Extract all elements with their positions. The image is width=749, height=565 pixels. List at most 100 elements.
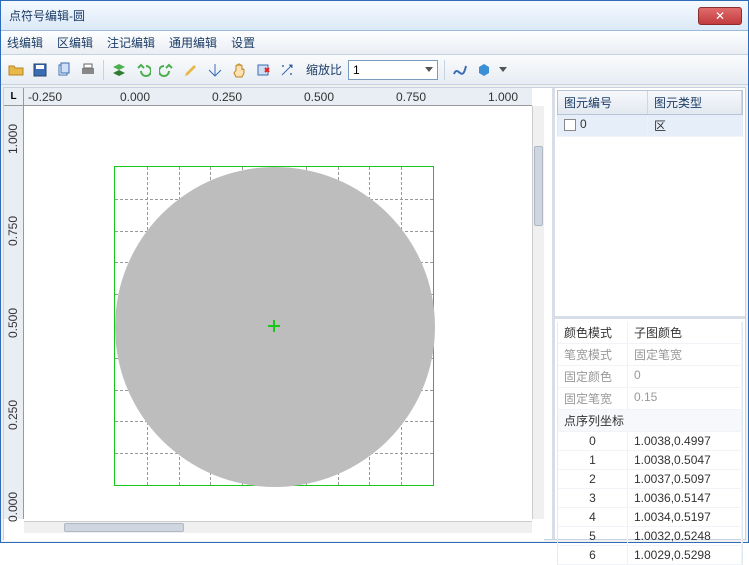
prop-value: 0 — [628, 366, 742, 387]
horizontal-scrollbar[interactable] — [24, 521, 532, 533]
zoom-select[interactable]: 1 — [348, 60, 438, 80]
prop-row[interactable]: 笔宽模式 固定笔宽 — [557, 344, 743, 366]
line-tool-icon[interactable] — [451, 61, 469, 79]
ruler-h-tick: 0.750 — [396, 90, 426, 104]
ruler-h-tick: 1.000 — [488, 90, 518, 104]
hexagon-tool-icon[interactable] — [475, 61, 493, 79]
redo-icon[interactable] — [158, 61, 176, 79]
table-row[interactable]: 0 区 — [557, 115, 743, 137]
ruler-vertical: 1.000 0.750 0.500 0.250 0.000 — [4, 106, 24, 519]
menu-annotation-edit[interactable]: 注记编辑 — [107, 34, 155, 51]
layer-icon[interactable] — [110, 61, 128, 79]
open-icon[interactable] — [7, 61, 25, 79]
toolbar-separator — [103, 60, 104, 80]
coord-idx: 5 — [558, 527, 628, 545]
save-icon[interactable] — [31, 61, 49, 79]
prop-row[interactable]: 颜色模式 子图颜色 — [557, 322, 743, 344]
checkbox-icon[interactable] — [564, 119, 576, 131]
coord-val: 1.0032,0.5248 — [628, 527, 742, 545]
zoom-value: 1 — [353, 63, 360, 77]
ruler-h-tick: -0.250 — [28, 90, 62, 104]
menu-settings[interactable]: 设置 — [231, 34, 255, 51]
ruler-v-tick: 1.000 — [6, 124, 20, 154]
coord-idx: 0 — [558, 432, 628, 450]
coord-idx: 3 — [558, 489, 628, 507]
coord-row[interactable]: 11.0038,0.5047 — [557, 451, 743, 470]
coord-row[interactable]: 01.0038,0.4997 — [557, 432, 743, 451]
coord-val: 1.0038,0.5047 — [628, 451, 742, 469]
ruler-horizontal: -0.250 0.000 0.250 0.500 0.750 1.000 — [24, 88, 532, 106]
prop-label: 固定笔宽 — [558, 388, 628, 409]
magic-icon[interactable] — [278, 61, 296, 79]
chevron-down-icon — [425, 67, 433, 72]
menu-general-edit[interactable]: 通用编辑 — [169, 34, 217, 51]
coord-idx: 1 — [558, 451, 628, 469]
coord-row[interactable]: 41.0034,0.5197 — [557, 508, 743, 527]
window-title: 点符号编辑-圆 — [7, 7, 698, 24]
viewport[interactable] — [24, 106, 532, 519]
close-icon: ✕ — [715, 9, 725, 23]
coord-val: 1.0029,0.5298 — [628, 546, 742, 564]
horizontal-splitter[interactable] — [555, 316, 745, 319]
titlebar: 点符号编辑-圆 ✕ — [1, 1, 748, 31]
coord-idx: 4 — [558, 508, 628, 526]
coords-header: 点序列坐标 — [558, 410, 742, 431]
menu-region-edit[interactable]: 区编辑 — [57, 34, 93, 51]
menu-line-edit[interactable]: 线编辑 — [7, 34, 43, 51]
toolbar: 缩放比 1 — [1, 55, 748, 85]
coord-val: 1.0036,0.5147 — [628, 489, 742, 507]
prop-value: 0.15 — [628, 388, 742, 409]
col-element-id[interactable]: 图元编号 — [558, 91, 648, 114]
toolbar-separator — [444, 60, 445, 80]
pan-icon[interactable] — [230, 61, 248, 79]
window: 点符号编辑-圆 ✕ 线编辑 区编辑 注记编辑 通用编辑 设置 缩放比 1 — [0, 0, 749, 543]
close-button[interactable]: ✕ — [698, 7, 742, 25]
right-pane: 图元编号 图元类型 0 区 颜色模式 子图颜色 笔宽模式 固定笔宽 — [552, 88, 745, 539]
scroll-thumb[interactable] — [534, 146, 543, 226]
canvas-area: L -0.250 0.000 0.250 0.500 0.750 1.000 1… — [4, 88, 544, 541]
coord-idx: 2 — [558, 470, 628, 488]
scroll-thumb[interactable] — [64, 523, 184, 532]
coord-idx: 6 — [558, 546, 628, 564]
prop-value: 固定笔宽 — [628, 344, 742, 365]
brush-icon[interactable] — [182, 61, 200, 79]
coord-row[interactable]: 21.0037,0.5097 — [557, 470, 743, 489]
copy-icon[interactable] — [55, 61, 73, 79]
coord-row[interactable]: 31.0036,0.5147 — [557, 489, 743, 508]
print-icon[interactable] — [79, 61, 97, 79]
client-area: L -0.250 0.000 0.250 0.500 0.750 1.000 1… — [3, 87, 746, 540]
coords-header-row[interactable]: 点序列坐标 — [557, 410, 743, 432]
prop-value: 子图颜色 — [628, 322, 742, 343]
properties-table: 颜色模式 子图颜色 笔宽模式 固定笔宽 固定颜色 0 固定笔宽 0.15 点序列… — [557, 322, 743, 537]
prop-label: 笔宽模式 — [558, 344, 628, 365]
delete-icon[interactable] — [254, 61, 272, 79]
zoom-label: 缩放比 — [306, 61, 342, 78]
clear-icon[interactable] — [206, 61, 224, 79]
ruler-v-tick: 0.000 — [6, 492, 20, 522]
prop-row[interactable]: 固定颜色 0 — [557, 366, 743, 388]
chevron-down-icon[interactable] — [499, 67, 507, 72]
vertical-scrollbar[interactable] — [532, 106, 544, 519]
cell-element-id: 0 — [558, 115, 648, 136]
undo-icon[interactable] — [134, 61, 152, 79]
coord-row[interactable]: 51.0032,0.5248 — [557, 527, 743, 546]
table-header-row: 图元编号 图元类型 — [557, 90, 743, 115]
col-element-type[interactable]: 图元类型 — [648, 91, 742, 114]
ruler-corner[interactable]: L — [4, 88, 24, 106]
prop-row[interactable]: 固定笔宽 0.15 — [557, 388, 743, 410]
coord-val: 1.0034,0.5197 — [628, 508, 742, 526]
cell-element-type: 区 — [648, 115, 742, 136]
menubar: 线编辑 区编辑 注记编辑 通用编辑 设置 — [1, 31, 748, 55]
ruler-v-tick: 0.250 — [6, 400, 20, 430]
prop-label: 固定颜色 — [558, 366, 628, 387]
coord-row[interactable]: 61.0029,0.5298 — [557, 546, 743, 565]
ruler-h-tick: 0.000 — [120, 90, 150, 104]
coord-val: 1.0037,0.5097 — [628, 470, 742, 488]
elements-table: 图元编号 图元类型 0 区 — [557, 90, 743, 314]
coord-val: 1.0038,0.4997 — [628, 432, 742, 450]
ruler-h-tick: 0.250 — [212, 90, 242, 104]
ruler-h-tick: 0.500 — [304, 90, 334, 104]
ruler-v-tick: 0.500 — [6, 308, 20, 338]
ruler-v-tick: 0.750 — [6, 216, 20, 246]
prop-label: 颜色模式 — [558, 322, 628, 343]
